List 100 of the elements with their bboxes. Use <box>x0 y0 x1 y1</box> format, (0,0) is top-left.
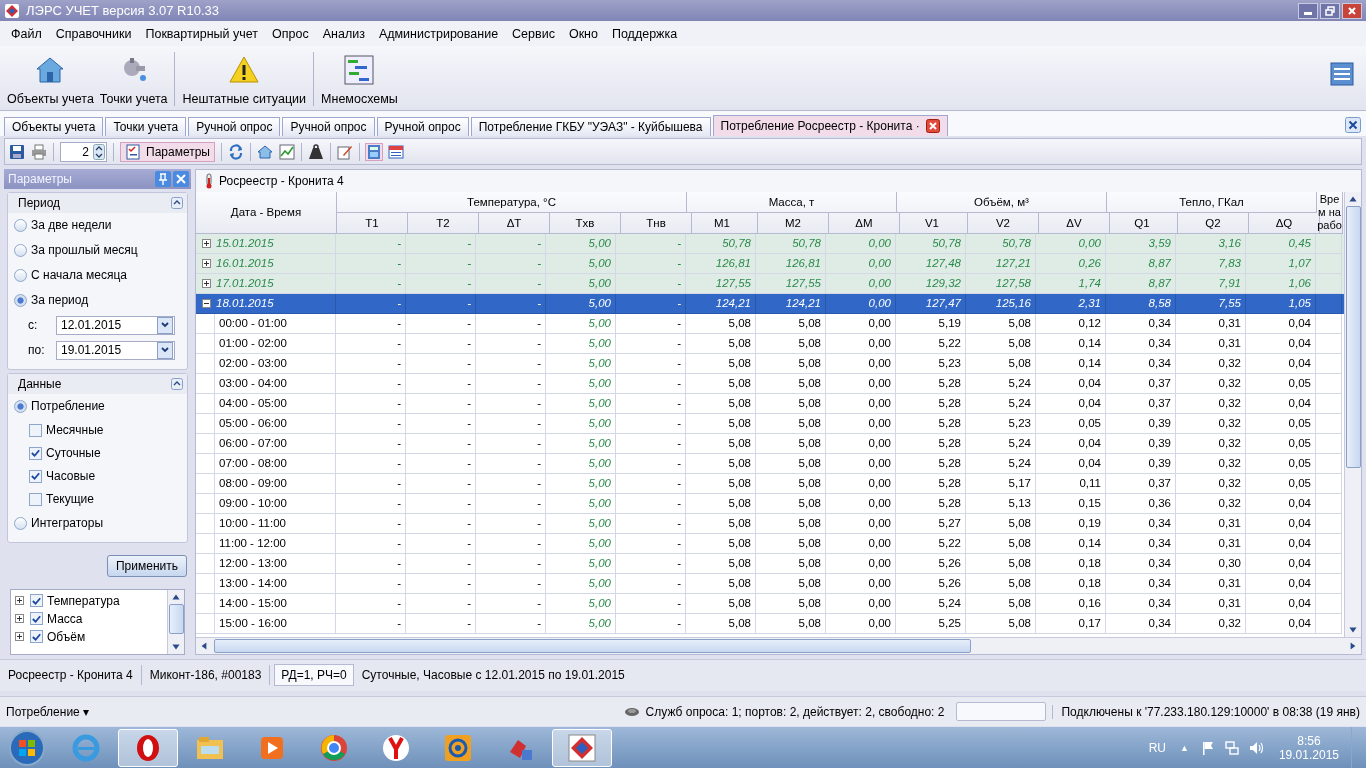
scrollbar[interactable] <box>1344 191 1361 637</box>
table-row[interactable]: 00:00 - 01:00 - - - 5,00 - 5,08 5,08 0,00 5,19 5,08 0,12 0,34 0,31 0,04 <box>196 313 1344 334</box>
column-header[interactable]: M2 <box>758 213 829 234</box>
close-icon[interactable] <box>1345 117 1361 134</box>
close-icon[interactable] <box>173 170 189 187</box>
checkbox-option[interactable]: Месячные <box>8 418 187 442</box>
date-field[interactable]: 12.01.2015 <box>56 315 175 335</box>
tree-item[interactable]: Объём <box>15 627 163 646</box>
radio-option[interactable]: Потребление <box>8 393 187 419</box>
table-row[interactable]: 12:00 - 13:00 - - - 5,00 - 5,08 5,08 0,00 5,26 5,08 0,18 0,34 0,30 0,04 <box>196 553 1344 574</box>
apply-button[interactable]: Применить <box>107 554 187 577</box>
collapse-icon[interactable] <box>202 298 211 308</box>
menu-item[interactable]: Сервис <box>505 26 562 41</box>
expand-icon[interactable] <box>202 258 211 268</box>
column-header[interactable]: Врем нарабо <box>1317 191 1343 234</box>
table-row[interactable]: 15:00 - 16:00 - - - 5,00 - 5,08 5,08 0,00 5,25 5,08 0,17 0,34 0,32 0,04 <box>196 613 1344 634</box>
printer-icon[interactable] <box>31 143 47 160</box>
network-icon[interactable] <box>1223 739 1240 756</box>
column-header[interactable]: Q1 <box>1107 213 1178 234</box>
pencil-icon[interactable] <box>336 143 353 160</box>
radio-option[interactable]: С начала месяца <box>8 262 187 288</box>
table-row[interactable]: 06:00 - 07:00 - - - 5,00 - 5,08 5,08 0,00 5,28 5,24 0,04 0,39 0,32 0,05 <box>196 433 1344 454</box>
column-header[interactable]: V1 <box>897 213 968 234</box>
menu-item[interactable]: Справочники <box>48 26 139 41</box>
table-row[interactable]: 17.01.2015 - - - 5,00 - 127,55 127,55 0,00 129,32 127,58 1,74 8,87 7,91 1,06 <box>196 273 1344 294</box>
radio-option[interactable]: За прошлый месяц <box>8 237 187 263</box>
tab[interactable]: Точки учета <box>105 117 187 137</box>
column-header[interactable]: Tхв <box>550 213 621 234</box>
collapse-icon[interactable] <box>171 377 183 390</box>
minimize-button[interactable] <box>1298 2 1318 19</box>
expand-icon[interactable] <box>15 596 24 606</box>
radio-option[interactable]: За две недели <box>8 212 187 238</box>
toolbar-button[interactable]: Мнемосхемы <box>318 54 401 107</box>
toolbar-button[interactable]: Точки учета <box>96 54 171 107</box>
collapse-icon[interactable] <box>171 196 183 209</box>
close-icon[interactable] <box>925 119 940 134</box>
close-button[interactable] <box>1342 2 1362 19</box>
toolbar-button[interactable]: Объекты учета <box>4 54 97 107</box>
scrollbar[interactable] <box>167 589 184 654</box>
expand-icon[interactable] <box>202 238 211 248</box>
menu-item[interactable]: Окно <box>561 26 605 41</box>
table-row[interactable]: 13:00 - 14:00 - - - 5,00 - 5,08 5,08 0,00 5,26 5,08 0,18 0,34 0,31 0,04 <box>196 573 1344 594</box>
column-header[interactable]: T1 <box>337 213 408 234</box>
scrollbar[interactable] <box>196 636 1361 654</box>
toolbar-button[interactable]: Нештатные ситуации <box>179 54 310 107</box>
menu-item[interactable]: Поддержка <box>604 26 685 41</box>
column-header[interactable]: Q2 <box>1178 213 1249 234</box>
chart-icon[interactable] <box>278 143 295 160</box>
menu-item[interactable]: Поквартирный учет <box>138 26 266 41</box>
tab[interactable]: Ручной опрос <box>188 117 281 137</box>
mode-dropdown[interactable]: Потребление ▾ <box>6 704 90 719</box>
checkbox-option[interactable]: Часовые <box>8 464 187 488</box>
expand-icon[interactable] <box>202 278 211 288</box>
tab[interactable]: Объекты учета <box>4 117 104 137</box>
column-header[interactable]: M1 <box>687 213 758 234</box>
table-row[interactable]: 10:00 - 11:00 - - - 5,00 - 5,08 5,08 0,00 5,27 5,08 0,19 0,34 0,31 0,04 <box>196 513 1344 534</box>
calculator-icon[interactable] <box>365 143 382 160</box>
checkbox-option[interactable]: Суточные <box>8 441 187 465</box>
tree-item[interactable]: Масса <box>15 609 163 628</box>
column-header[interactable]: V2 <box>968 213 1039 234</box>
tab[interactable]: Ручной опрос <box>282 117 375 137</box>
column-header[interactable]: T2 <box>408 213 479 234</box>
radio-option[interactable]: Интеграторы <box>8 510 187 536</box>
date-field[interactable]: 19.01.2015 <box>56 340 175 360</box>
column-header[interactable]: ΔV <box>1039 213 1110 234</box>
table-row[interactable]: 02:00 - 03:00 - - - 5,00 - 5,08 5,08 0,00 5,23 5,08 0,14 0,34 0,32 0,04 <box>196 353 1344 374</box>
table-row[interactable]: 05:00 - 06:00 - - - 5,00 - 5,08 5,08 0,00 5,28 5,23 0,05 0,39 0,32 0,05 <box>196 413 1344 434</box>
column-header[interactable]: Дата - Время <box>196 191 337 234</box>
table-row[interactable]: 18.01.2015 - - - 5,00 - 124,21 124,21 0,00 127,47 125,16 2,31 8,58 7,55 1,05 <box>196 293 1344 314</box>
table-row[interactable]: 07:00 - 08:00 - - - 5,00 - 5,08 5,08 0,00 5,28 5,24 0,04 0,39 0,32 0,05 <box>196 453 1344 474</box>
expand-icon[interactable] <box>15 614 24 624</box>
menu-item[interactable]: Файл <box>4 26 49 41</box>
table-row[interactable]: 16.01.2015 - - - 5,00 - 126,81 126,81 0,00 127,48 127,21 0,26 8,87 7,83 1,07 <box>196 253 1344 274</box>
page-spinner[interactable]: 2 <box>60 141 107 162</box>
tab[interactable]: Потребление Росреестр - Кронита · <box>712 115 948 137</box>
radio-option[interactable]: За период <box>8 287 187 313</box>
expand-icon[interactable] <box>15 632 24 642</box>
menu-item[interactable]: Администрирование <box>371 26 506 41</box>
column-header[interactable]: ΔM <box>829 213 900 234</box>
menu-item[interactable]: Анализ <box>315 26 372 41</box>
menu-item[interactable]: Опрос <box>265 26 316 41</box>
save-icon[interactable] <box>9 143 25 160</box>
parameters-button[interactable]: Параметры <box>120 141 215 162</box>
house-icon[interactable] <box>256 143 273 160</box>
calendar-icon[interactable] <box>387 143 404 160</box>
weight-icon[interactable] <box>307 143 324 160</box>
taskbar-button[interactable] <box>552 728 612 767</box>
tree-item[interactable]: Температура <box>15 591 163 610</box>
checkbox-option[interactable]: Текущие <box>8 487 187 511</box>
taskbar-button[interactable] <box>118 728 178 767</box>
pin-icon[interactable] <box>155 170 171 187</box>
table-row[interactable]: 15.01.2015 - - - 5,00 - 50,78 50,78 0,00 50,78 50,78 0,00 3,59 3,16 0,45 <box>196 233 1344 254</box>
table-row[interactable]: 08:00 - 09:00 - - - 5,00 - 5,08 5,08 0,00 5,28 5,17 0,11 0,37 0,32 0,05 <box>196 473 1344 494</box>
table-row[interactable]: 01:00 - 02:00 - - - 5,00 - 5,08 5,08 0,00 5,22 5,08 0,14 0,34 0,31 0,04 <box>196 333 1344 354</box>
table-row[interactable]: 09:00 - 10:00 - - - 5,00 - 5,08 5,08 0,00 5,28 5,13 0,15 0,36 0,32 0,04 <box>196 493 1344 514</box>
column-header[interactable]: ΔT <box>479 213 550 234</box>
table-row[interactable]: 03:00 - 04:00 - - - 5,00 - 5,08 5,08 0,00 5,28 5,24 0,04 0,37 0,32 0,05 <box>196 373 1344 394</box>
tab[interactable]: Потребление ГКБУ "УЭАЗ" - Куйбышева <box>470 117 711 137</box>
refresh-icon[interactable] <box>227 143 244 160</box>
table-row[interactable]: 04:00 - 05:00 - - - 5,00 - 5,08 5,08 0,00 5,28 5,24 0,04 0,37 0,32 0,04 <box>196 393 1344 414</box>
